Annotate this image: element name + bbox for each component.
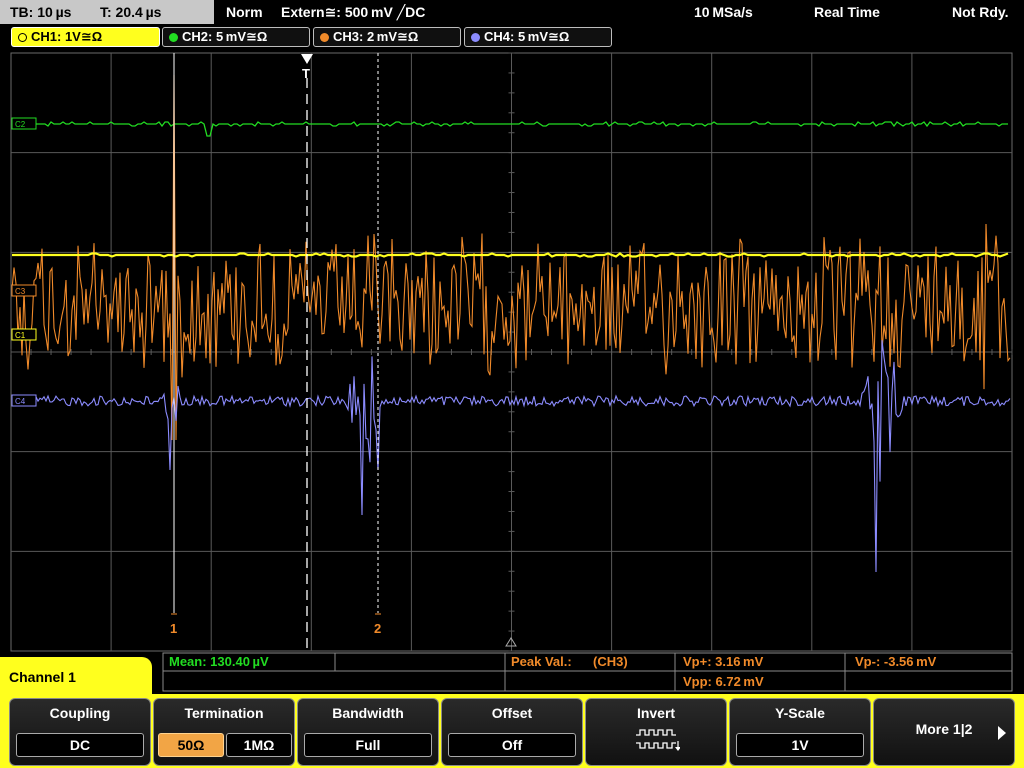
vpp-value: Vpp: 6.72 mV [683,674,764,689]
measurement-area: Mean: 130.40 µV Peak Val.: (CH3) Vp+: 3.… [0,652,1024,694]
ch2-tab-label: CH2: 5 mV≅Ω [182,29,268,44]
peak-value-label: Peak Val.: [511,654,572,669]
sample-rate: 10 MSa/s [694,4,753,20]
invert-waveform-icon [636,729,680,751]
tab-ch1[interactable]: CH1: 1V≅Ω [11,27,160,47]
cursor-2-label: 2 [374,621,381,636]
graticule [10,52,1013,652]
tab-ch4[interactable]: CH4: 5 mV≅Ω [464,27,612,47]
ch1-tab-label: CH1: 1V≅Ω [31,29,103,44]
yscale-value[interactable]: 1V [736,733,864,757]
termination-softkey[interactable]: Termination 50Ω 1MΩ [153,698,295,766]
yscale-softkey[interactable]: Y-Scale 1V [729,698,871,766]
bandwidth-softkey[interactable]: Bandwidth Full [297,698,439,766]
ch4-tab-label: CH4: 5 mV≅Ω [484,29,570,44]
offset-title: Offset [491,705,533,721]
timebase-box[interactable]: TB: 10 µs T: 20.4 µs [0,0,214,24]
cursor-1-label: 1 [170,621,177,636]
termination-1mohm-option[interactable]: 1MΩ [226,733,292,757]
ch1-trace [12,252,1009,258]
trigger-mode[interactable]: Norm [226,0,263,24]
waveform-canvas[interactable]: 1 2 T C2 C3 C1 C4 [0,50,1024,652]
ch2-level-marker-label: C2 [15,120,26,129]
bandwidth-value[interactable]: Full [304,733,432,757]
offset-softkey[interactable]: Offset Off [441,698,583,766]
ch1-level-marker-label: C1 [15,331,26,340]
tab-ch2[interactable]: CH2: 5 mV≅Ω [162,27,310,47]
vp-minus-value: Vp-: -3.56 mV [855,654,937,669]
invert-title: Invert [636,705,676,721]
coupling-softkey[interactable]: Coupling DC [9,698,151,766]
more-label: More 1|2 [915,721,973,737]
offset-value[interactable]: Off [448,733,576,757]
ch2-trace [12,121,1008,137]
ch4-dot-icon [471,33,480,42]
waveform-display[interactable]: 1 2 T C2 C3 C1 C4 [0,50,1024,652]
timebase-value: TB: 10 µs [10,4,72,20]
acquisition-mode: Real Time [814,4,880,20]
termination-50ohm-option[interactable]: 50Ω [158,733,224,757]
menu-title: Channel 1 [0,657,152,697]
trigger-label: T [302,66,310,81]
peak-source: (CH3) [593,654,628,669]
ch3-tab-label: CH3: 2 mV≅Ω [333,29,419,44]
ch1-ring-icon [18,33,27,42]
more-softkey[interactable]: More 1|2 [873,698,1015,766]
next-arrow-icon [998,726,1006,740]
ch2-dot-icon [169,33,178,42]
trigger-time-value: T: 20.4 µs [100,4,162,20]
ch4-level-marker-label: C4 [15,397,26,406]
invert-softkey[interactable]: Invert [585,698,727,766]
ready-state: Not Rdy. [952,4,1009,20]
mean-measurement: Mean: 130.40 µV [169,654,269,669]
coupling-value[interactable]: DC [16,733,144,757]
trigger-source[interactable]: Extern≅: 500 mV ╱DC [281,0,425,24]
vp-plus-value: Vp+: 3.16 mV [683,654,764,669]
channel-tabs: CH1: 1V≅Ω CH2: 5 mV≅Ω CH3: 2 mV≅Ω CH4: 5… [0,24,1024,50]
ch3-level-marker-label: C3 [15,287,26,296]
termination-title: Termination [184,705,264,721]
ch3-dot-icon [320,33,329,42]
yscale-title: Y-Scale [775,705,825,721]
channel-level-markers[interactable]: C2 C3 C1 C4 [11,117,37,407]
bandwidth-title: Bandwidth [332,705,404,721]
coupling-title: Coupling [49,705,111,721]
status-bar: TB: 10 µs T: 20.4 µs Norm Extern≅: 500 m… [0,0,1024,24]
tab-ch3[interactable]: CH3: 2 mV≅Ω [313,27,461,47]
